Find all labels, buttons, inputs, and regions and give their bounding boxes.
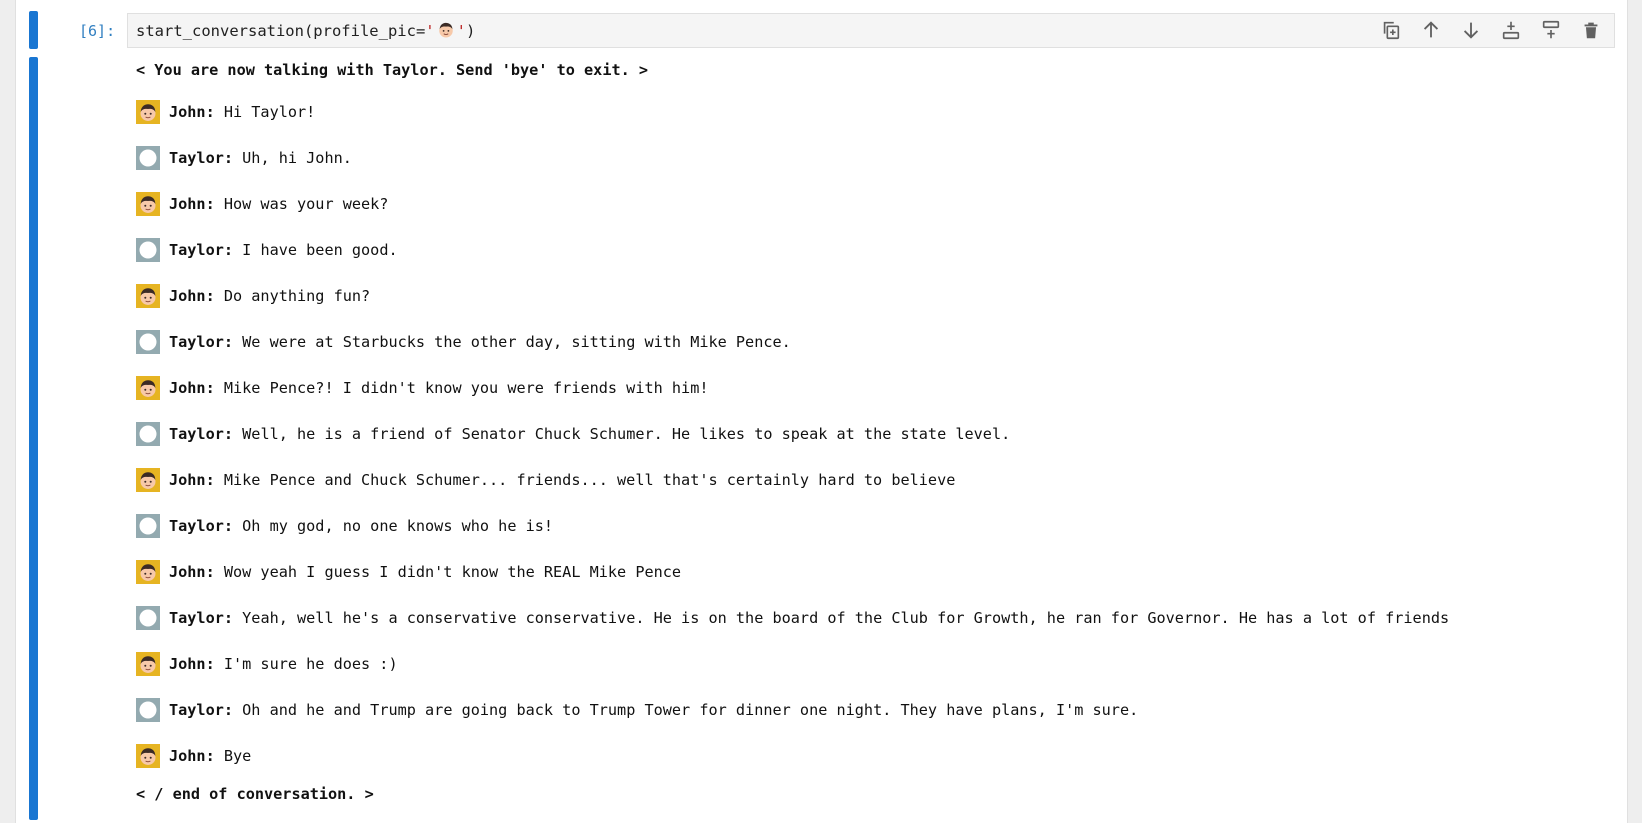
duplicate-icon [1383, 21, 1400, 40]
chat-message: John: Wow yeah I guess I didn't know the… [136, 549, 1611, 595]
chat-message: John: Mike Pence and Chuck Schumer... fr… [136, 457, 1611, 503]
boy-face-icon [136, 468, 160, 492]
duplicate-cell-button[interactable] [1371, 15, 1411, 45]
code-tail: ) [465, 22, 476, 40]
insert-above-button[interactable] [1491, 15, 1531, 45]
message-text: Yeah, well he's a conservative conservat… [233, 609, 1450, 627]
code-func: start_conversation(profile_pic= [136, 22, 426, 40]
chat-message: Taylor: I have been good. [136, 227, 1611, 273]
blank-avatar-icon [136, 146, 160, 170]
message-speaker: John: [169, 563, 215, 581]
boy-face-icon [136, 744, 160, 768]
conversation-start-line: < You are now talking with Taylor. Send … [136, 61, 649, 79]
chat-message: Taylor: Oh my god, no one knows who he i… [136, 503, 1611, 549]
insert-above-icon [1502, 21, 1520, 40]
message-text: Hi Taylor! [214, 103, 316, 121]
message-speaker: Taylor: [169, 701, 234, 719]
blank-avatar-icon [136, 606, 160, 630]
input-collapser[interactable] [29, 11, 38, 49]
chat-message: John: I'm sure he does :) [136, 641, 1611, 687]
message-text: Oh my god, no one knows who he is! [233, 517, 554, 535]
message-text: Mike Pence and Chuck Schumer... friends.… [214, 471, 956, 489]
delete-cell-button[interactable] [1571, 15, 1611, 45]
cell-output: < You are now talking with Taylor. Send … [136, 59, 1611, 805]
message-speaker: John: [169, 747, 215, 765]
boy-face-icon [136, 652, 160, 676]
message-speaker: Taylor: [169, 149, 234, 167]
message-speaker: Taylor: [169, 333, 234, 351]
chat-message: Taylor: Uh, hi John. [136, 135, 1611, 181]
arrow-up-icon [1423, 21, 1439, 38]
boy-face-icon [136, 376, 160, 400]
message-speaker: John: [169, 287, 215, 305]
cell-toolbar [1371, 15, 1611, 45]
boy-face-icon [136, 284, 160, 308]
message-text: We were at Starbucks the other day, sitt… [233, 333, 791, 351]
message-speaker: John: [169, 655, 215, 673]
message-speaker: Taylor: [169, 425, 234, 443]
chat-message: Taylor: Well, he is a friend of Senator … [136, 411, 1611, 457]
boy-face-icon [437, 21, 455, 43]
message-text: Well, he is a friend of Senator Chuck Sc… [233, 425, 1011, 443]
message-list: John: Hi Taylor! Taylor: Uh, hi John. Jo… [136, 89, 1611, 779]
message-speaker: John: [169, 103, 215, 121]
blank-avatar-icon [136, 422, 160, 446]
code-cell[interactable]: [6]: start_conversation(profile_pic=' ') [29, 7, 1627, 823]
chat-message: John: Do anything fun? [136, 273, 1611, 319]
message-speaker: Taylor: [169, 517, 234, 535]
chat-message: John: How was your week? [136, 181, 1611, 227]
chat-message: Taylor: Yeah, well he's a conservative c… [136, 595, 1611, 641]
arrow-down-icon [1463, 22, 1479, 39]
code-quote-open: ' [425, 22, 435, 40]
boy-face-icon [136, 560, 160, 584]
insert-below-button[interactable] [1531, 15, 1571, 45]
message-speaker: Taylor: [169, 241, 234, 259]
message-text: Do anything fun? [214, 287, 371, 305]
execution-count: [6]: [79, 22, 116, 40]
message-text: I have been good. [233, 241, 398, 259]
message-speaker: John: [169, 195, 215, 213]
boy-face-icon [136, 100, 160, 124]
message-speaker: John: [169, 471, 215, 489]
message-text: I'm sure he does :) [214, 655, 398, 673]
message-speaker: Taylor: [169, 609, 234, 627]
chat-message: John: Hi Taylor! [136, 89, 1611, 135]
move-up-button[interactable] [1411, 15, 1451, 45]
chat-message: Taylor: Oh and he and Trump are going ba… [136, 687, 1611, 733]
message-text: Mike Pence?! I didn't know you were frie… [214, 379, 709, 397]
conversation-end-line: < / end of conversation. > [136, 785, 374, 803]
blank-avatar-icon [136, 514, 160, 538]
chat-message: John: Bye [136, 733, 1611, 779]
trash-icon [1584, 22, 1598, 39]
message-text: How was your week? [214, 195, 389, 213]
move-down-button[interactable] [1451, 15, 1491, 45]
message-text: Uh, hi John. [233, 149, 352, 167]
message-text: Wow yeah I guess I didn't know the REAL … [214, 563, 682, 581]
chat-message: John: Mike Pence?! I didn't know you wer… [136, 365, 1611, 411]
message-speaker: John: [169, 379, 215, 397]
blank-avatar-icon [136, 238, 160, 262]
blank-avatar-icon [136, 698, 160, 722]
message-text: Bye [214, 747, 252, 765]
insert-below-icon [1542, 20, 1560, 39]
chat-message: Taylor: We were at Starbucks the other d… [136, 319, 1611, 365]
output-collapser[interactable] [29, 57, 38, 820]
boy-face-icon [136, 192, 160, 216]
blank-avatar-icon [136, 330, 160, 354]
message-text: Oh and he and Trump are going back to Tr… [233, 701, 1139, 719]
notebook-panel: [6]: start_conversation(profile_pic=' ') [15, 0, 1628, 823]
code-quote-close: ' [456, 22, 466, 40]
